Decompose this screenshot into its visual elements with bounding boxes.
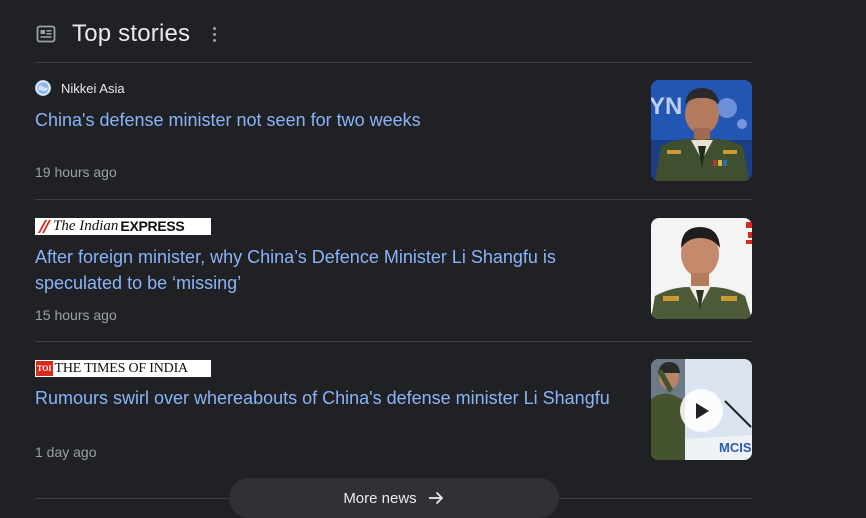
backdrop-text: YN [651, 93, 682, 120]
globe-icon [35, 80, 51, 96]
indian-express-mark-icon [38, 220, 51, 233]
top-stories-section: Top stories Nikkei Asia China's defense … [35, 0, 752, 518]
story-card[interactable]: The Indian EXPRESS After foreign ministe… [35, 200, 752, 341]
more-news-button[interactable]: More news [229, 478, 559, 518]
backdrop-text: MCIS [719, 440, 752, 455]
source-name-italic: The Indian [53, 218, 119, 234]
story-headline-link[interactable]: China's defense minister not seen for tw… [35, 107, 625, 133]
story-card[interactable]: Nikkei Asia China's defense minister not… [35, 63, 752, 199]
story-card[interactable]: TOI THE TIMES OF INDIA Rumours swirl ove… [35, 342, 752, 498]
toi-badge: TOI [36, 361, 53, 376]
times-of-india-logo: TOI THE TIMES OF INDIA [35, 360, 211, 377]
source-name: THE TIMES OF INDIA [54, 361, 189, 376]
section-title: Top stories [72, 20, 191, 47]
indian-express-logo: The Indian EXPRESS [35, 218, 211, 235]
story-thumbnail[interactable] [651, 218, 752, 319]
story-thumbnail[interactable]: YN [651, 80, 752, 181]
source-name: Nikkei Asia [61, 80, 125, 96]
story-thumbnail-image: YN [651, 80, 752, 181]
play-icon[interactable] [680, 389, 723, 432]
more-vert-icon[interactable] [208, 24, 220, 44]
story-timestamp: 1 day ago [35, 444, 97, 460]
story-timestamp: 15 hours ago [35, 307, 117, 323]
arrow-right-icon [428, 491, 443, 505]
story-timestamp: 19 hours ago [35, 164, 117, 180]
story-source: Nikkei Asia [35, 80, 125, 96]
newspaper-icon [36, 25, 56, 43]
story-thumbnail[interactable]: MCIS [651, 359, 752, 460]
more-news-label: More news [343, 489, 417, 507]
story-thumbnail-image [651, 218, 752, 319]
story-headline-link[interactable]: After foreign minister, why China’s Defe… [35, 244, 625, 296]
story-headline-link[interactable]: Rumours swirl over whereabouts of China'… [35, 385, 625, 411]
section-header: Top stories [35, 18, 752, 50]
source-name-bold: EXPRESS [120, 218, 185, 234]
